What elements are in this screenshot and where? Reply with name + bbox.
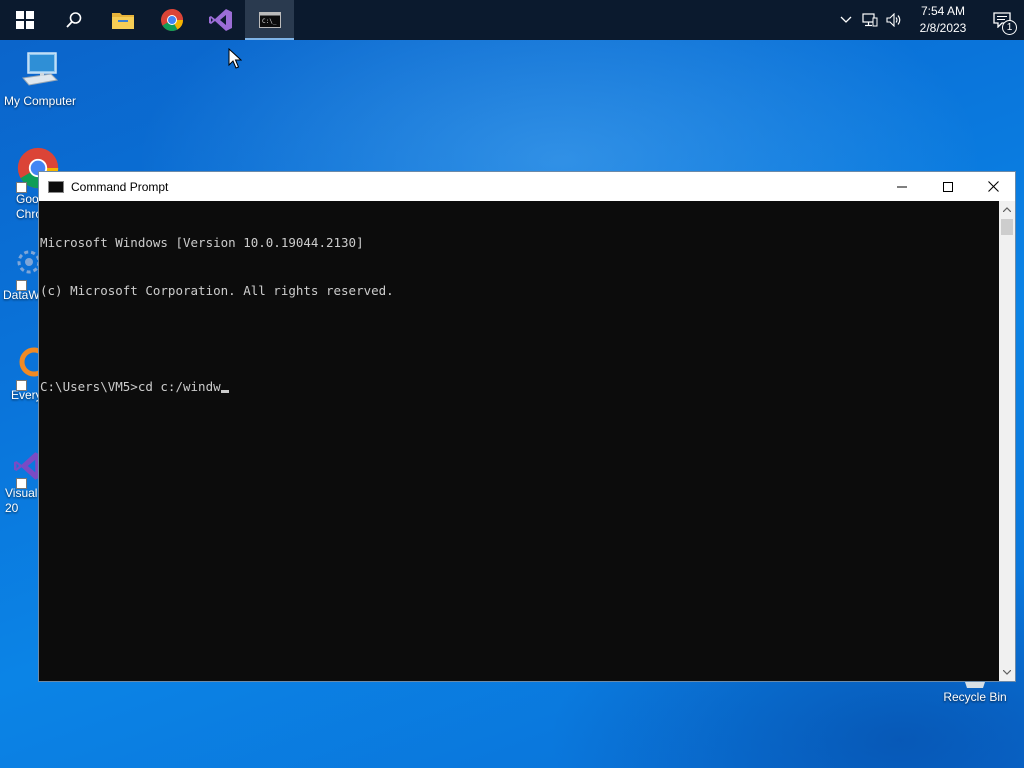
visual-studio-icon xyxy=(208,9,232,31)
search-button[interactable] xyxy=(49,0,98,40)
console-scrollbar[interactable] xyxy=(999,201,1015,681)
cmd-icon xyxy=(48,180,64,193)
scroll-up-button[interactable] xyxy=(999,201,1015,218)
console-line: (c) Microsoft Corporation. All rights re… xyxy=(40,283,394,298)
scroll-thumb[interactable] xyxy=(1001,219,1013,235)
desktop-icon-label: My Computer xyxy=(3,94,77,108)
maximize-icon xyxy=(943,181,953,192)
window-titlebar[interactable]: Command Prompt xyxy=(39,172,1015,201)
shortcut-arrow-icon xyxy=(16,182,27,193)
action-center-button[interactable]: 1 xyxy=(980,0,1024,40)
volume-button[interactable] xyxy=(882,0,906,40)
console-line: Microsoft Windows [Version 10.0.19044.21… xyxy=(40,235,364,250)
console-prompt-line: C:\Users\VM5>cd c:/windw xyxy=(40,379,999,395)
command-prompt-taskbar-button[interactable]: C:\_ xyxy=(245,0,294,40)
chrome-icon xyxy=(160,9,183,31)
system-tray: 7:54 AM 2/8/2023 1 xyxy=(834,0,1024,40)
computer-icon xyxy=(22,52,59,86)
window-title: Command Prompt xyxy=(71,179,169,194)
scroll-down-button[interactable] xyxy=(999,664,1015,681)
desktop-icon-datawrapper[interactable]: DataW xyxy=(0,246,41,303)
svg-text:C:\_: C:\_ xyxy=(262,18,277,25)
show-hidden-icons-button[interactable] xyxy=(834,0,858,40)
shortcut-arrow-icon xyxy=(16,478,27,489)
cmd-icon: C:\_ xyxy=(258,12,281,28)
desktop-icon-visual-studio[interactable]: Visual 20 xyxy=(0,448,43,516)
clock-time: 7:54 AM xyxy=(920,4,966,18)
start-button[interactable] xyxy=(0,0,49,40)
desktop-icon-label: Recycle Bin xyxy=(943,690,1007,704)
shortcut-arrow-icon xyxy=(16,380,27,391)
command-prompt-window: Command Prompt Microsoft Windows [Versio… xyxy=(38,171,1016,682)
clock-button[interactable]: 7:54 AM 2/8/2023 xyxy=(906,0,980,40)
network-button[interactable] xyxy=(858,0,882,40)
speaker-icon xyxy=(886,13,901,27)
desktop-icon-my-computer[interactable]: My Computer xyxy=(2,50,78,109)
desktop-icon-everything[interactable]: Every xyxy=(0,344,42,403)
close-button[interactable] xyxy=(970,172,1016,201)
folder-icon xyxy=(111,13,134,29)
chevron-up-icon xyxy=(840,16,852,23)
minimize-icon xyxy=(897,186,907,187)
console-output[interactable]: Microsoft Windows [Version 10.0.19044.21… xyxy=(39,201,999,681)
shortcut-arrow-icon xyxy=(16,280,27,291)
text-cursor xyxy=(220,390,229,393)
search-icon xyxy=(65,12,81,28)
console-input: C:\Users\VM5>cd c:/windw xyxy=(40,379,221,394)
maximize-button[interactable] xyxy=(925,172,971,201)
windows-logo-icon xyxy=(15,11,34,29)
desktop-icon-label: Visual 20 xyxy=(5,486,38,515)
file-explorer-button[interactable] xyxy=(98,0,147,40)
visual-studio-button[interactable] xyxy=(196,0,245,40)
close-icon xyxy=(987,181,999,192)
chevron-up-icon xyxy=(1003,207,1011,212)
network-icon xyxy=(862,13,878,27)
minimize-button[interactable] xyxy=(879,172,925,201)
taskbar: C:\_ 7:54 AM 2/8/2023 1 xyxy=(0,0,1024,40)
chevron-down-icon xyxy=(1003,670,1011,675)
mouse-pointer-icon xyxy=(228,48,242,69)
notification-count-badge: 1 xyxy=(1002,20,1017,35)
clock-date: 2/8/2023 xyxy=(919,21,967,35)
chrome-button[interactable] xyxy=(147,0,196,40)
